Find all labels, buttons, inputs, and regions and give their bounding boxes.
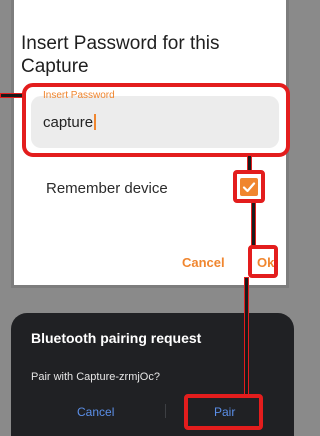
password-dialog-title: Insert Password for this Capture	[21, 33, 220, 77]
annotation-connector-ok	[251, 202, 256, 246]
bluetooth-dialog-message: Pair with Capture-zrmjOc?	[31, 371, 160, 383]
annotation-connector-left	[0, 93, 24, 98]
annotation-password-highlight	[22, 83, 290, 157]
annotation-connector-pair	[244, 277, 249, 395]
cancel-button[interactable]: Cancel	[182, 255, 225, 271]
annotation-ok-highlight	[248, 245, 278, 278]
remember-device-label: Remember device	[46, 180, 168, 197]
annotation-checkbox-highlight	[233, 170, 265, 203]
button-divider	[165, 404, 166, 418]
annotation-pair-highlight	[184, 394, 263, 430]
bluetooth-cancel-button[interactable]: Cancel	[77, 405, 114, 419]
annotation-connector-checkbox	[247, 155, 252, 171]
bluetooth-dialog-title: Bluetooth pairing request	[31, 330, 202, 346]
